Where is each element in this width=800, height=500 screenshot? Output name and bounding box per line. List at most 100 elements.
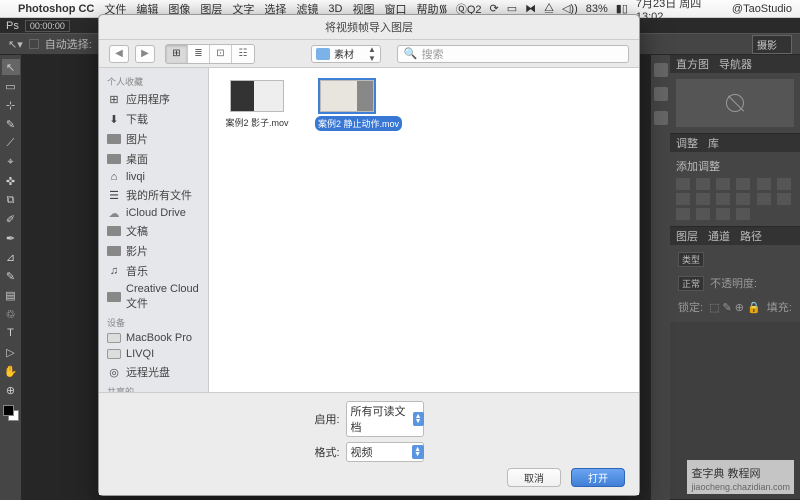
sidebar-item[interactable]: 文稿 <box>99 221 208 241</box>
app-name[interactable]: Photoshop CC <box>18 3 94 15</box>
tab-navigator[interactable]: 导航器 <box>719 56 752 72</box>
adj-icon[interactable] <box>696 178 710 190</box>
zoom-tool[interactable]: ⊕ <box>2 382 20 398</box>
workspace-dropdown[interactable]: 摄影 <box>752 35 792 54</box>
history-tool[interactable]: ✒ <box>2 230 20 246</box>
adj-icon[interactable] <box>716 208 730 220</box>
sidebar-item[interactable]: ☰我的所有文件 <box>99 185 208 205</box>
path-tool[interactable]: ▷ <box>2 344 20 360</box>
toolbox: ↖ ▭ ⊹ ✎ ⟋ ⌖ ✜ ⧉ ✐ ✒ ⊿ ✎ ▤ ♲ T ▷ ✋ ⊕ <box>0 55 22 500</box>
file-item[interactable]: 案例2 影子.mov <box>225 80 289 131</box>
adj-icon[interactable] <box>676 178 690 190</box>
tab-library[interactable]: 库 <box>708 135 719 151</box>
adj-icon[interactable] <box>716 193 730 205</box>
marquee-tool[interactable]: ▭ <box>2 78 20 94</box>
adjustments-panel: 调整库 添加调整 <box>670 134 800 227</box>
view-cover-button[interactable]: ☷ <box>232 45 254 63</box>
layer-kind-dropdown[interactable]: 类型 <box>678 252 704 267</box>
menu-3d[interactable]: 3D <box>328 3 342 15</box>
sidebar-head-shared: 共享的 <box>99 382 208 392</box>
sidebar-item[interactable]: LIVQI <box>99 346 208 362</box>
auto-select-check[interactable] <box>29 39 39 49</box>
search-input[interactable]: 🔍搜索 <box>397 45 629 63</box>
lasso-tool[interactable]: ⊹ <box>2 97 20 113</box>
sidebar-item[interactable]: 桌面 <box>99 149 208 169</box>
watermark-sub: jiaocheng.chazidian.com <box>691 482 790 492</box>
brush-tool[interactable]: ⧉ <box>2 192 20 208</box>
user[interactable]: @TaoStudio <box>732 3 792 15</box>
sidebar-item[interactable]: MacBook Pro <box>99 330 208 346</box>
panel-strip-icon[interactable] <box>654 87 668 101</box>
panel-strip-icon[interactable] <box>654 111 668 125</box>
adj-icon[interactable] <box>696 193 710 205</box>
format-dropdown[interactable]: 视频▲▼ <box>346 442 424 462</box>
forward-button[interactable]: ▶ <box>135 45 155 63</box>
hand-tool[interactable]: ✋ <box>2 363 20 379</box>
dialog-toolbar: ◀ ▶ ⊞ ≣ ⊡ ☷ 素材 ▲▼ 🔍搜索 <box>99 40 639 68</box>
home-icon: ⌂ <box>107 172 121 183</box>
watermark-main: 查字典 教程网 <box>691 468 760 480</box>
sidebar-item[interactable]: 图片 <box>99 129 208 149</box>
sidebar-item[interactable]: ⊞应用程序 <box>99 89 208 109</box>
adj-icon[interactable] <box>736 193 750 205</box>
adj-icon[interactable] <box>757 178 771 190</box>
adj-icon[interactable] <box>777 193 791 205</box>
sidebar-item[interactable]: Creative Cloud 文件 <box>99 281 208 313</box>
stamp-tool[interactable]: ✐ <box>2 211 20 227</box>
crop-tool[interactable]: ⟋ <box>2 135 20 151</box>
gradient-tool[interactable]: ✎ <box>2 268 20 284</box>
adj-icon[interactable] <box>736 208 750 220</box>
adj-icon[interactable] <box>757 193 771 205</box>
batt-pct[interactable]: 83% <box>586 3 608 15</box>
adj-icon[interactable] <box>736 178 750 190</box>
auto-select-label: 自动选择: <box>45 36 92 52</box>
adj-icon[interactable] <box>777 178 791 190</box>
clock[interactable]: 7月23日 周四 13:02 <box>636 0 724 23</box>
tab-adjustments[interactable]: 调整 <box>676 135 698 151</box>
eyedrop-tool[interactable]: ⌖ <box>2 154 20 170</box>
watermark: 查字典 教程网 jiaocheng.chazidian.com <box>687 460 794 494</box>
blur-tool[interactable]: ▤ <box>2 287 20 303</box>
eraser-tool[interactable]: ⊿ <box>2 249 20 265</box>
sidebar-item[interactable]: ♫音乐 <box>99 261 208 281</box>
view-list-button[interactable]: ≣ <box>188 45 210 63</box>
color-swatch[interactable] <box>3 405 19 421</box>
sidebar-item[interactable]: 影片 <box>99 241 208 261</box>
location-name: 素材 <box>334 46 354 61</box>
format-label: 格式: <box>314 444 339 460</box>
adj-icon[interactable] <box>676 193 690 205</box>
view-icon-button[interactable]: ⊞ <box>166 45 188 63</box>
null-icon <box>726 94 744 112</box>
tab-layers[interactable]: 图层 <box>676 228 698 244</box>
tab-channels[interactable]: 通道 <box>708 228 730 244</box>
sidebar-item[interactable]: ☁iCloud Drive <box>99 205 208 221</box>
panel-strip-icon[interactable] <box>654 63 668 77</box>
enable-dropdown[interactable]: 所有可读文档▲▼ <box>346 401 424 437</box>
layer-blend-dropdown[interactable]: 正常 <box>678 276 704 291</box>
opacity-label: 不透明度: <box>710 275 757 291</box>
dodge-tool[interactable]: ♲ <box>2 306 20 322</box>
dialog-title: 将视频帧导入图层 <box>99 15 639 40</box>
tab-paths[interactable]: 路径 <box>740 228 762 244</box>
remote-disk-icon: ◎ <box>107 367 121 378</box>
type-tool[interactable]: T <box>2 325 20 341</box>
open-button[interactable]: 打开 <box>571 468 625 487</box>
adj-icon[interactable] <box>696 208 710 220</box>
location-dropdown[interactable]: 素材 ▲▼ <box>311 45 381 63</box>
sidebar-item[interactable]: ⬇下载 <box>99 109 208 129</box>
view-column-button[interactable]: ⊡ <box>210 45 232 63</box>
file-thumbnail <box>230 80 284 112</box>
cancel-button[interactable]: 取消 <box>507 468 561 487</box>
wand-tool[interactable]: ✎ <box>2 116 20 132</box>
tab-histogram[interactable]: 直方图 <box>676 56 709 72</box>
adj-icon[interactable] <box>716 178 730 190</box>
sidebar-item[interactable]: ◎远程光盘 <box>99 362 208 382</box>
file-item-selected[interactable]: 案例2 静止动作.mov <box>315 80 379 131</box>
heal-tool[interactable]: ✜ <box>2 173 20 189</box>
adj-icon[interactable] <box>676 208 690 220</box>
move-tool[interactable]: ↖ <box>2 59 20 75</box>
back-button[interactable]: ◀ <box>109 45 129 63</box>
sidebar-item[interactable]: ⌂livqi <box>99 169 208 185</box>
file-grid[interactable]: 案例2 影子.mov 案例2 静止动作.mov <box>209 68 639 392</box>
chevron-updown-icon: ▲▼ <box>368 45 376 63</box>
